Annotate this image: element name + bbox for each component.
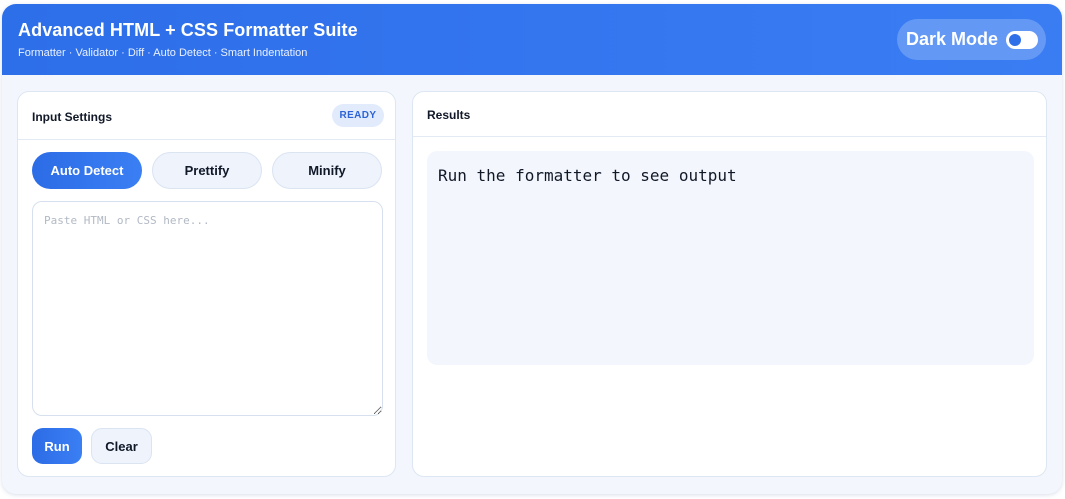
output-box: Run the formatter to see output <box>427 151 1034 365</box>
code-input-textarea[interactable] <box>32 201 383 416</box>
dark-mode-label: Dark Mode <box>906 29 999 49</box>
results-header: Results <box>413 92 1046 137</box>
clear-button[interactable]: Clear <box>91 428 152 464</box>
app-subtitle: Formatter · Validator · Diff · Auto Dete… <box>18 47 308 59</box>
output-text: Run the formatter to see output <box>438 166 737 185</box>
run-button[interactable]: Run <box>32 428 82 464</box>
input-settings-title: Input Settings <box>32 110 112 124</box>
input-settings-header: Input Settings READY <box>18 92 395 140</box>
results-panel: Results Run the formatter to see output <box>412 91 1047 477</box>
dark-mode-toggle-button[interactable]: Dark Mode <box>897 19 1046 60</box>
auto-detect-button[interactable]: Auto Detect <box>32 152 142 189</box>
prettify-button[interactable]: Prettify <box>152 152 262 189</box>
toggle-knob <box>1009 34 1021 46</box>
status-badge: READY <box>332 104 384 127</box>
app-title: Advanced HTML + CSS Formatter Suite <box>18 20 358 40</box>
minify-button[interactable]: Minify <box>272 152 382 189</box>
results-title: Results <box>427 108 471 122</box>
app-window: Advanced HTML + CSS Formatter Suite Form… <box>2 4 1062 494</box>
app-header: Advanced HTML + CSS Formatter Suite Form… <box>2 4 1062 75</box>
toggle-switch-icon[interactable] <box>1006 31 1038 49</box>
input-settings-panel: Input Settings READY Auto Detect Prettif… <box>17 91 396 477</box>
